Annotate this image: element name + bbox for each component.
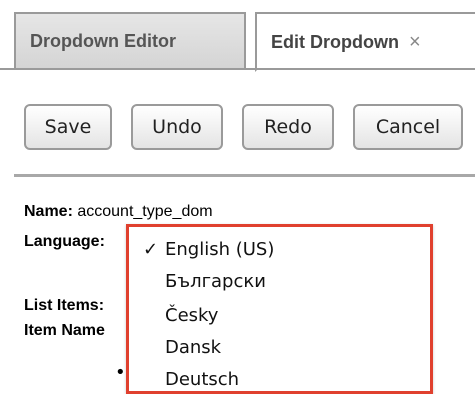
name-field: Name: account_type_dom xyxy=(24,203,213,221)
tab-dropdown-editor[interactable]: Dropdown Editor xyxy=(14,12,246,69)
language-field: Language: xyxy=(24,233,105,251)
name-label: Name: xyxy=(24,203,73,220)
tab-bar: Dropdown Editor Edit Dropdown × xyxy=(0,12,475,72)
tab-label: Dropdown Editor xyxy=(30,31,176,51)
tab-baseline xyxy=(0,68,475,70)
item-name-label: Item Name xyxy=(24,322,105,339)
list-items-field: List Items: xyxy=(24,297,104,315)
language-option-bulgarian[interactable]: Български xyxy=(143,271,266,292)
language-dropdown-menu[interactable]: ✓ English (US) Български Česky Dansk Deut… xyxy=(126,224,433,394)
undo-button[interactable]: Undo xyxy=(131,104,223,150)
close-icon[interactable]: × xyxy=(409,31,421,54)
tab-label: Edit Dropdown xyxy=(271,31,399,52)
language-label: Language: xyxy=(24,233,105,250)
save-button[interactable]: Save xyxy=(24,104,112,150)
divider xyxy=(14,174,475,177)
checkmark-icon: ✓ xyxy=(143,239,159,260)
language-option-english-us[interactable]: ✓ English (US) xyxy=(143,239,274,260)
list-items-label: List Items: xyxy=(24,297,105,314)
cancel-button[interactable]: Cancel xyxy=(353,104,463,150)
name-value: account_type_dom xyxy=(77,203,213,220)
language-option-czech[interactable]: Česky xyxy=(143,305,218,326)
redo-button[interactable]: Redo xyxy=(242,104,334,150)
item-name-field: Item Name xyxy=(24,322,105,340)
tab-edit-dropdown[interactable]: Edit Dropdown × xyxy=(255,12,475,72)
language-option-danish[interactable]: Dansk xyxy=(143,337,221,358)
list-bullet: • xyxy=(115,362,126,383)
